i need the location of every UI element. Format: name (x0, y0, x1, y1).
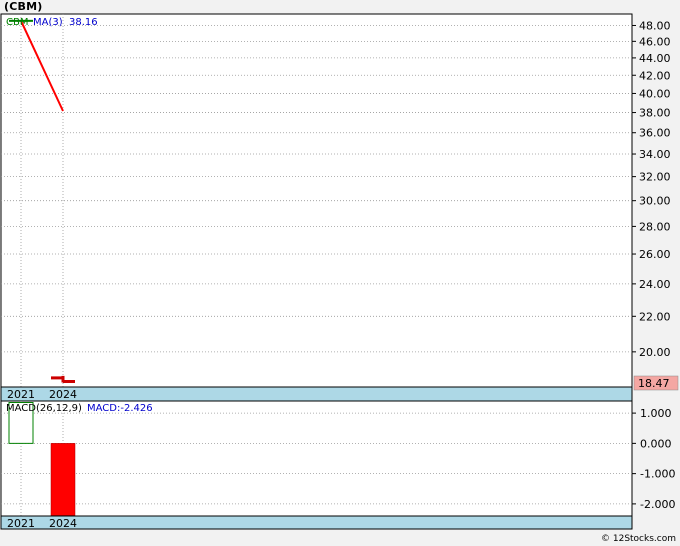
price-y-tick-label: 28.00 (639, 220, 671, 233)
price-x-tick-label: 2021 (7, 388, 35, 401)
macd-y-tick-label: -2.000 (640, 498, 675, 511)
macd-y-tick-label: -1.000 (640, 468, 675, 481)
macd-legend-value: MACD:-2.426 (87, 403, 153, 414)
price-y-tick-label: 38.00 (639, 107, 671, 120)
price-y-tick-label: 44.00 (639, 52, 671, 65)
price-y-tick-label: 32.00 (639, 171, 671, 184)
price-y-tick-label: 20.00 (639, 346, 671, 359)
macd-y-axis: 1.000 0.000 -1.000 -2.000 (632, 407, 675, 511)
price-y-tick-label: 22.00 (639, 310, 671, 323)
macd-plot-area (0, 400, 633, 517)
macd-y-tick-label: 1.000 (640, 407, 672, 420)
price-y-tick-label: 34.00 (639, 148, 671, 161)
price-legend-ma-value: 38.16 (69, 17, 98, 28)
macd-x-tick-label: 2024 (49, 517, 77, 530)
price-y-tick-label: 42.00 (639, 69, 671, 82)
price-y-tick-label: 36.00 (639, 127, 671, 140)
price-y-axis: 20.00 22.00 24.00 26.00 28.00 30.00 32.00 34.00… (632, 19, 671, 359)
price-y-tick-label: 40.00 (639, 87, 671, 100)
price-y-tick-label: 48.00 (639, 19, 671, 32)
last-price-label: 18.47 (638, 377, 670, 390)
price-legend-series: CBM (6, 17, 28, 28)
site-credit: © 12Stocks.com (601, 534, 676, 544)
price-legend-ma-label: MA(3) (33, 17, 63, 28)
macd-x-tick-label: 2021 (7, 517, 35, 530)
price-x-axis-band (0, 386, 633, 402)
macd-legend-params: MACD(26,12,9) (6, 403, 82, 414)
price-x-tick-label: 2024 (49, 388, 77, 401)
stock-chart: 20.00 22.00 24.00 26.00 28.00 30.00 32.00 34.00… (0, 13, 679, 530)
price-y-tick-label: 30.00 (639, 195, 671, 208)
macd-x-axis-band (0, 515, 633, 530)
macd-bar-2024 (50, 443, 76, 516)
price-y-tick-label: 46.00 (639, 35, 671, 48)
price-y-tick-label: 26.00 (639, 248, 671, 261)
price-y-tick-label: 24.00 (639, 278, 671, 291)
macd-y-tick-label: 0.000 (640, 437, 672, 450)
